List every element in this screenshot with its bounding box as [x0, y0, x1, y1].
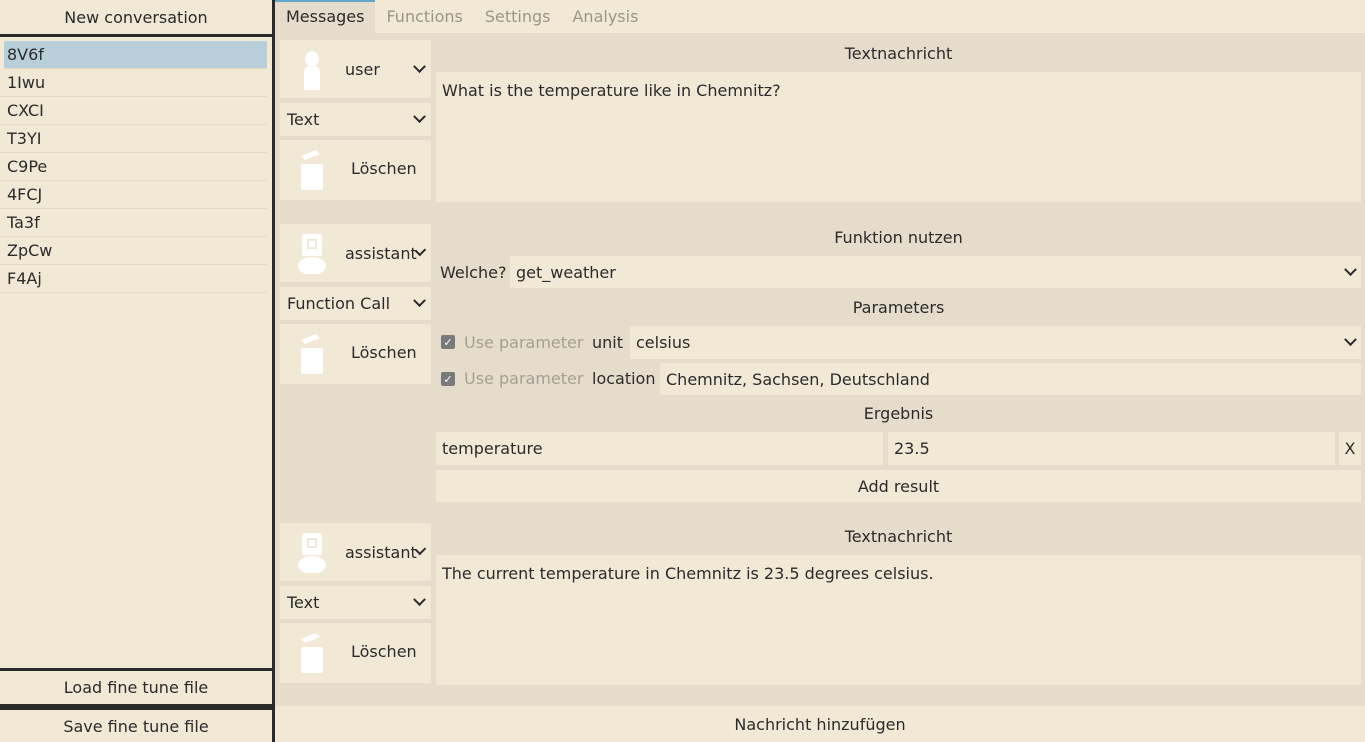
load-fine-tune-button[interactable]: Load fine tune file — [0, 671, 272, 707]
chevron-down-icon — [1344, 262, 1357, 276]
new-conversation-label: New conversation — [64, 7, 208, 27]
message-type-label: Text — [287, 593, 320, 612]
parameters-title: Parameters — [852, 298, 945, 317]
trash-can-icon — [301, 334, 323, 374]
tab-settings[interactable]: Settings — [474, 0, 562, 33]
conversation-item[interactable]: C9Pe — [0, 153, 267, 181]
role-select[interactable]: assistant — [280, 224, 431, 282]
save-fine-tune-button[interactable]: Save fine tune file — [0, 710, 272, 742]
message-type-select[interactable]: Text — [280, 103, 431, 136]
robot-icon — [298, 234, 326, 274]
result-key-input[interactable]: temperature — [436, 432, 883, 465]
result-title: Ergebnis — [863, 404, 934, 423]
role-select[interactable]: user — [280, 40, 431, 98]
chevron-down-icon — [413, 294, 426, 308]
add-message-button[interactable]: Nachricht hinzufügen — [275, 706, 1365, 742]
chevron-down-icon — [413, 593, 426, 607]
result-key: temperature — [442, 439, 543, 458]
conversation-item[interactable]: 8V6f — [4, 41, 267, 69]
user-silhouette-icon — [304, 51, 320, 90]
chevron-down-icon — [1344, 333, 1357, 347]
conversation-item[interactable]: T3YI — [0, 125, 267, 153]
delete-label: Löschen — [351, 343, 417, 362]
result-value: 23.5 — [894, 439, 930, 458]
parameter-value: celsius — [636, 333, 691, 352]
conversation-item[interactable]: Ta3f — [0, 209, 267, 237]
tab-functions[interactable]: Functions — [375, 0, 473, 33]
add-message-label: Nachricht hinzufügen — [734, 714, 906, 734]
checkmark-icon: ✓ — [443, 335, 453, 349]
delete-message-button[interactable]: Löschen — [280, 140, 431, 200]
load-fine-tune-label: Load fine tune file — [63, 678, 209, 697]
conversation-item[interactable]: ZpCw — [0, 237, 267, 265]
parameter-value-input[interactable]: Chemnitz, Sachsen, Deutschland — [660, 363, 1361, 395]
use-parameter-label: Use parameter — [464, 369, 584, 388]
message-text: What is the temperature like in Chemnitz… — [442, 81, 781, 100]
remove-result-button[interactable]: X — [1339, 432, 1361, 465]
message-text: The current temperature in Chemnitz is 2… — [442, 564, 934, 583]
conversation-item[interactable]: CXCI — [0, 97, 267, 125]
message-type-label: Text — [287, 110, 320, 129]
checkmark-icon: ✓ — [443, 372, 453, 386]
role-label: assistant — [345, 243, 417, 263]
section-title: Textnachricht — [844, 527, 953, 546]
new-conversation-button[interactable]: New conversation — [0, 0, 272, 37]
parameter-name: unit — [592, 333, 623, 352]
robot-icon — [298, 533, 326, 573]
tab-bar: Messages Functions Settings Analysis — [275, 0, 1365, 33]
parameter-name: location — [592, 369, 656, 388]
tab-messages[interactable]: Messages — [275, 0, 376, 33]
conversation-item[interactable]: F4Aj — [0, 265, 267, 293]
trash-can-icon — [301, 633, 323, 673]
result-value-input[interactable]: 23.5 — [888, 432, 1335, 465]
parameter-value-select[interactable]: celsius — [630, 326, 1361, 359]
use-parameter-checkbox[interactable]: ✓ — [441, 372, 455, 386]
message-type-select[interactable]: Text — [280, 586, 431, 619]
role-label: user — [345, 59, 380, 79]
save-fine-tune-label: Save fine tune file — [63, 716, 209, 736]
conversation-item[interactable]: 4FCJ — [0, 181, 267, 209]
use-parameter-label: Use parameter — [464, 333, 584, 352]
add-result-label: Add result — [857, 476, 940, 496]
message-text-area[interactable]: What is the temperature like in Chemnitz… — [436, 72, 1361, 202]
chevron-down-icon — [413, 59, 426, 73]
delete-label: Löschen — [351, 642, 417, 661]
message-type-select[interactable]: Function Call — [280, 287, 431, 320]
message-type-label: Function Call — [287, 294, 391, 313]
chevron-down-icon — [413, 110, 426, 124]
function-select[interactable]: get_weather — [510, 256, 1361, 288]
message-text-area[interactable]: The current temperature in Chemnitz is 2… — [436, 555, 1361, 685]
add-result-button[interactable]: Add result — [436, 470, 1361, 502]
parameter-value: Chemnitz, Sachsen, Deutschland — [666, 369, 930, 389]
which-function-label: Welche? — [440, 263, 507, 282]
delete-label: Löschen — [351, 159, 417, 178]
delete-message-button[interactable]: Löschen — [280, 623, 431, 683]
delete-message-button[interactable]: Löschen — [280, 324, 431, 384]
section-title: Textnachricht — [844, 44, 953, 63]
use-parameter-checkbox[interactable]: ✓ — [441, 335, 455, 349]
tab-analysis[interactable]: Analysis — [561, 0, 649, 33]
function-name: get_weather — [516, 262, 616, 282]
role-label: assistant — [345, 542, 417, 562]
trash-can-icon — [301, 150, 323, 190]
remove-result-label: X — [1344, 439, 1356, 458]
conversation-item[interactable]: 1Iwu — [0, 69, 267, 97]
conversation-list: 8V6f 1Iwu CXCI T3YI C9Pe 4FCJ Ta3f ZpCw … — [0, 37, 272, 668]
main-area: Messages Functions Settings Analysis use… — [275, 0, 1365, 742]
section-title: Funktion nutzen — [834, 228, 963, 247]
role-select[interactable]: assistant — [280, 523, 431, 581]
